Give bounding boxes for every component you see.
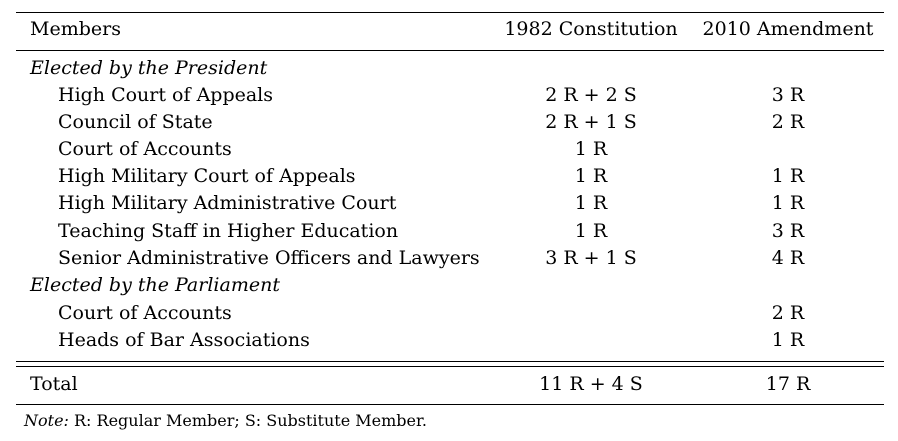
member-cell: Teaching Staff in Higher Education	[58, 220, 399, 242]
cell-2010: 3 R	[771, 220, 805, 242]
total-row: Total 11 R + 4 S 17 R	[16, 371, 884, 398]
total-label: Total	[30, 373, 78, 395]
cell-1982: 1 R	[574, 220, 608, 242]
table-row: Senior Administrative Officers and Lawye…	[16, 245, 884, 272]
section-title-president: Elected by the President	[16, 55, 884, 82]
cell-1982: 1 R	[574, 192, 608, 214]
header-row: Members 1982 Constitution 2010 Amendment	[16, 16, 884, 43]
note-label: Note:	[24, 411, 69, 430]
total-1982: 11 R + 4 S	[539, 373, 643, 395]
table-row: Teaching Staff in Higher Education 1 R 3…	[16, 218, 884, 245]
cell-2010: 1 R	[771, 165, 805, 187]
header-2010: 2010 Amendment	[702, 18, 874, 40]
total-rule-upper	[16, 361, 884, 362]
table-row: Court of Accounts 2 R	[16, 300, 884, 327]
note-text: R: Regular Member; S: Substitute Member.	[68, 411, 427, 430]
cell-1982: 2 R + 1 S	[545, 111, 637, 133]
cell-2010: 2 R	[771, 111, 805, 133]
cell-2010: 1 R	[771, 329, 805, 351]
member-cell: Senior Administrative Officers and Lawye…	[58, 247, 480, 269]
member-cell: Court of Accounts	[58, 302, 232, 324]
cell-1982: 3 R + 1 S	[545, 247, 637, 269]
cell-1982: 2 R + 2 S	[545, 84, 637, 106]
section-title-parliament: Elected by the Parliament	[16, 272, 884, 299]
table-row: High Military Court of Appeals 1 R 1 R	[16, 163, 884, 190]
header-1982: 1982 Constitution	[504, 18, 678, 40]
member-cell: High Court of Appeals	[58, 84, 274, 106]
section-label: Elected by the Parliament	[30, 274, 280, 296]
member-cell: Council of State	[58, 111, 213, 133]
table-row: Heads of Bar Associations 1 R	[16, 327, 884, 354]
bottom-rule	[16, 404, 884, 405]
table-row: Court of Accounts 1 R	[16, 136, 884, 163]
total-rule-lower	[16, 366, 884, 367]
table-row: High Military Administrative Court 1 R 1…	[16, 190, 884, 217]
member-cell: High Military Court of Appeals	[58, 165, 356, 187]
table-note: Note: R: Regular Member; S: Substitute M…	[24, 410, 427, 432]
table-row: Council of State 2 R + 1 S 2 R	[16, 109, 884, 136]
section-label: Elected by the President	[30, 57, 268, 79]
cell-1982: 1 R	[574, 138, 608, 160]
member-cell: Heads of Bar Associations	[58, 329, 310, 351]
header-rule	[16, 50, 884, 51]
cell-1982: 1 R	[574, 165, 608, 187]
table-row: High Court of Appeals 2 R + 2 S 3 R	[16, 82, 884, 109]
total-2010: 17 R	[765, 373, 811, 395]
cell-2010: 2 R	[771, 302, 805, 324]
top-rule	[16, 12, 884, 13]
header-members: Members	[30, 18, 121, 40]
cell-2010: 1 R	[771, 192, 805, 214]
member-cell: Court of Accounts	[58, 138, 232, 160]
member-cell: High Military Administrative Court	[58, 192, 397, 214]
cell-2010: 4 R	[771, 247, 805, 269]
cell-2010: 3 R	[771, 84, 805, 106]
